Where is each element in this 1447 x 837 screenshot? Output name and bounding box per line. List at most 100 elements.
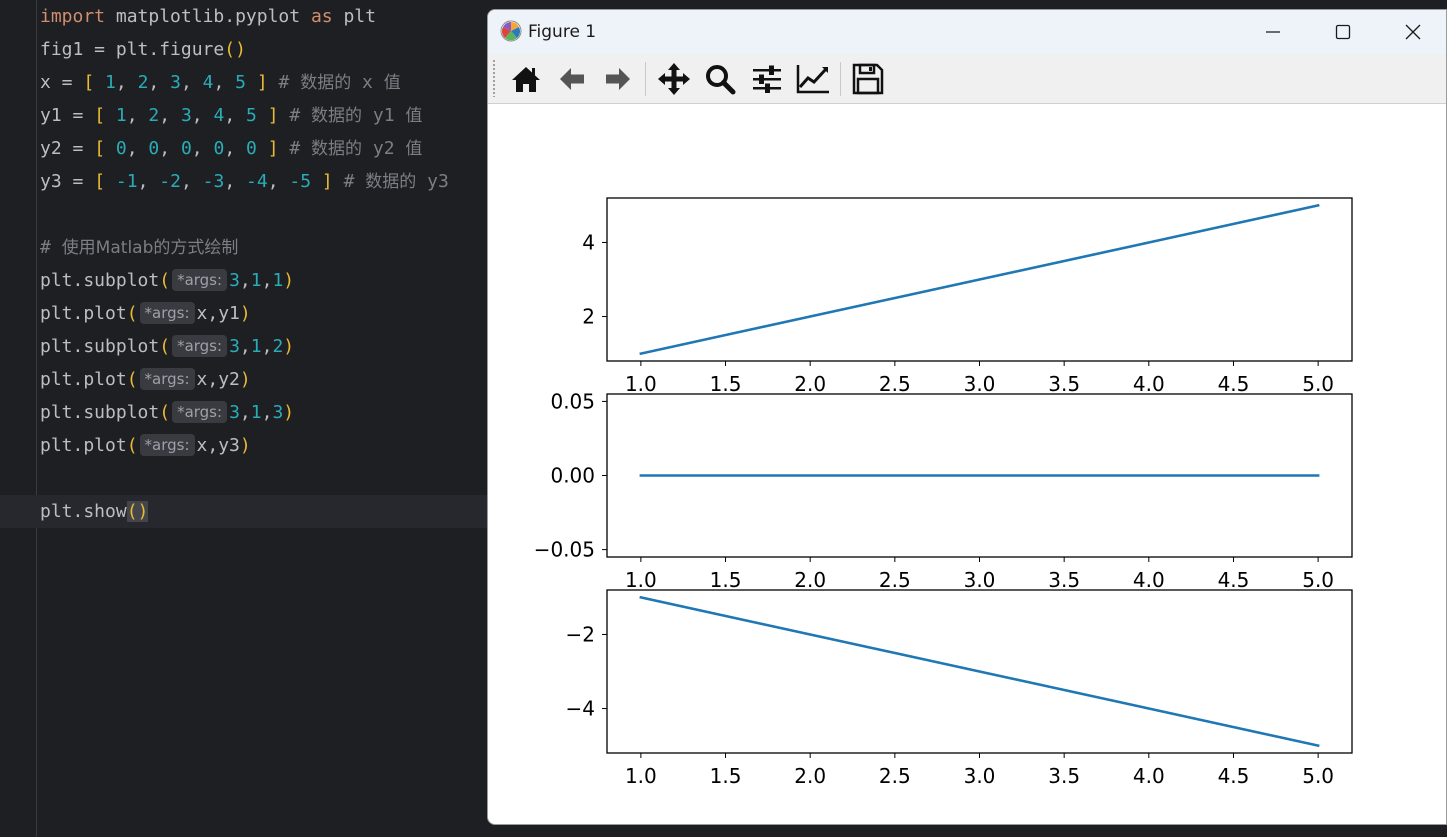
code-token: 2 bbox=[137, 72, 149, 93]
code-line[interactable]: # 使用Matlab的方式绘制 bbox=[40, 231, 238, 264]
code-line[interactable]: y1 = [ 1, 2, 3, 4, 5 ] # 数据的 y1 值 bbox=[40, 99, 422, 132]
code-token: , bbox=[126, 138, 149, 159]
home-icon bbox=[512, 67, 540, 92]
subplot-1: 1.0 1.5 2.0 2.5 3.0 3.5 4.0 4.5 5.0 2 4 bbox=[582, 197, 1353, 396]
x-tick-label: 4.0 bbox=[1133, 568, 1165, 592]
navigation-toolbar bbox=[488, 54, 1446, 104]
zoom-button[interactable] bbox=[700, 59, 740, 99]
toolbar-separator bbox=[645, 62, 646, 96]
code-token: , bbox=[180, 72, 203, 93]
zoom-magnifier-icon bbox=[706, 65, 736, 95]
code-line[interactable]: plt.subplot(*args: 3,1,2) bbox=[40, 330, 294, 363]
code-line[interactable]: plt.plot(*args: x,y3) bbox=[40, 429, 251, 462]
code-token: fig1 = plt.figure bbox=[40, 39, 225, 60]
code-token: import bbox=[40, 6, 106, 27]
code-line[interactable]: plt.subplot(*args: 3,1,3) bbox=[40, 396, 294, 429]
configure-subplots-button[interactable] bbox=[747, 59, 787, 99]
configure-subplots-icon bbox=[753, 65, 781, 93]
code-token: ( bbox=[159, 270, 171, 291]
code-token: ( bbox=[159, 402, 171, 423]
code-line[interactable]: y2 = [ 0, 0, 0, 0, 0 ] # 数据的 y2 值 bbox=[40, 132, 422, 165]
code-token: 数据的 bbox=[311, 106, 363, 126]
code-token: 5 bbox=[235, 72, 247, 93]
code-token: y1 = bbox=[40, 105, 95, 126]
y-tick-label: −2 bbox=[566, 622, 595, 646]
forward-button[interactable] bbox=[598, 59, 638, 99]
parameter-hint: *args: bbox=[139, 368, 195, 390]
code-line[interactable]: plt.plot(*args: x,y1) bbox=[40, 297, 251, 330]
subplot-3: 1.0 1.5 2.0 2.5 3.0 3.5 4.0 4.5 5.0 −4 −2 bbox=[566, 589, 1353, 788]
save-button[interactable] bbox=[848, 59, 888, 99]
code-line[interactable]: plt.plot(*args: x,y2) bbox=[40, 363, 251, 396]
maximize-button[interactable] bbox=[1308, 10, 1378, 54]
code-token: 1 bbox=[115, 105, 127, 126]
code-token: [ bbox=[94, 138, 106, 159]
code-token: , bbox=[213, 72, 236, 93]
code-token: , bbox=[261, 270, 273, 291]
code-token: 4 bbox=[213, 105, 225, 126]
x-tick-label: 1.5 bbox=[710, 568, 742, 592]
code-token: ] bbox=[267, 105, 279, 126]
window-title: Figure 1 bbox=[528, 22, 597, 42]
code-token: y1 bbox=[362, 105, 406, 126]
subplot-2: 1.0 1.5 2.0 2.5 3.0 3.5 4.0 4.5 5.0 −0.05 0.00 0.05 bbox=[534, 389, 1353, 592]
toolbar-separator bbox=[840, 62, 841, 96]
code-token: , bbox=[126, 105, 149, 126]
code-token: 2 bbox=[272, 336, 284, 357]
code-token: as bbox=[310, 6, 333, 27]
x-tick-label: 1.5 bbox=[710, 764, 742, 788]
code-line[interactable]: plt.subplot(*args: 3,1,1) bbox=[40, 264, 294, 297]
code-token: , bbox=[224, 171, 246, 192]
x-tick-label: 1.0 bbox=[625, 764, 657, 788]
code-token: x = bbox=[40, 72, 84, 93]
code-token: plt.subplot bbox=[40, 336, 160, 357]
code-token: 1 bbox=[105, 72, 116, 93]
x-tick-label: 2.0 bbox=[794, 568, 826, 592]
code-token: # bbox=[278, 105, 312, 126]
x-tick-label: 5.0 bbox=[1302, 372, 1334, 396]
code-token: ( bbox=[126, 435, 138, 456]
pan-button[interactable] bbox=[654, 59, 694, 99]
code-token: plt bbox=[332, 6, 376, 27]
code-line[interactable]: import matplotlib.pyplot as plt bbox=[40, 0, 376, 33]
figure-window[interactable]: Figure 1 1.0 1.5 2.0 2.5 3.0 3.5 4.0 4.5… bbox=[487, 9, 1447, 825]
toolbar-grip[interactable] bbox=[493, 60, 495, 97]
code-token: ] bbox=[267, 138, 279, 159]
code-token: 1 bbox=[250, 402, 262, 423]
window-titlebar[interactable]: Figure 1 bbox=[488, 10, 1446, 54]
code-token: x,y3 bbox=[196, 435, 240, 456]
code-token: , bbox=[148, 72, 171, 93]
code-token: 1 bbox=[250, 270, 262, 291]
close-button[interactable] bbox=[1378, 10, 1446, 54]
code-line[interactable]: y3 = [ -1, -2, -3, -4, -5 ] # 数据的 y3 bbox=[40, 165, 449, 198]
code-line[interactable]: plt.show() bbox=[0, 495, 487, 528]
parameter-hint: *args: bbox=[172, 335, 228, 357]
code-token: x,y1 bbox=[196, 303, 240, 324]
code-token: plt.subplot bbox=[40, 402, 160, 423]
home-button[interactable] bbox=[506, 59, 546, 99]
code-token: , bbox=[261, 402, 273, 423]
code-line[interactable]: fig1 = plt.figure() bbox=[40, 33, 246, 66]
code-token: 值 bbox=[405, 139, 423, 159]
y-tick-label: 4 bbox=[582, 230, 595, 254]
edit-axis-button[interactable] bbox=[793, 59, 833, 99]
code-token: plt.plot bbox=[40, 303, 127, 324]
code-line[interactable]: x = [ 1, 2, 3, 4, 5 ] # 数据的 x 值 bbox=[40, 66, 401, 99]
x-tick-label: 2.5 bbox=[879, 764, 911, 788]
code-token: -2 bbox=[159, 171, 181, 192]
parameter-hint: *args: bbox=[139, 434, 195, 456]
code-token: [ bbox=[94, 105, 106, 126]
code-token: 0 bbox=[148, 138, 160, 159]
back-button[interactable] bbox=[552, 59, 592, 99]
figure-canvas[interactable]: 1.0 1.5 2.0 2.5 3.0 3.5 4.0 4.5 5.0 2 4 1.0 1.5 2.0 2.… bbox=[488, 104, 1446, 824]
code-token: 值 bbox=[383, 73, 401, 93]
y-tick-label: −0.05 bbox=[534, 538, 595, 562]
minimize-button[interactable] bbox=[1238, 10, 1308, 54]
pan-move-icon bbox=[658, 63, 690, 95]
code-token: 0 bbox=[213, 138, 225, 159]
x-tick-label: 2.0 bbox=[794, 372, 826, 396]
code-token: ) bbox=[283, 402, 295, 423]
code-token: # bbox=[40, 237, 62, 258]
